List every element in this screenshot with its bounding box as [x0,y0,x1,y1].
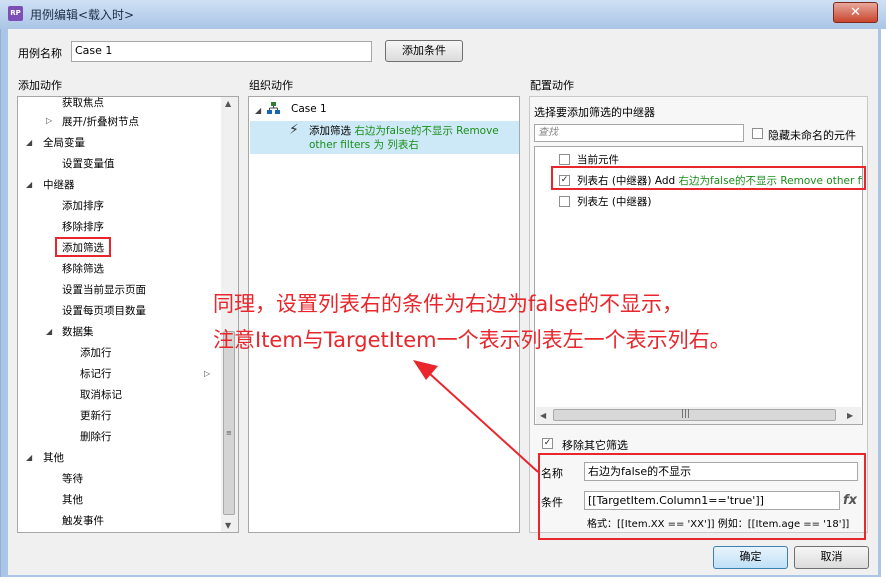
annotation-line-2: 注意Item与TargetItem一个表示列表左一个表示列右。 [213,328,731,352]
annotation-line-1: 同理，设置列表右的条件为右边为false的不显示， [213,292,683,316]
